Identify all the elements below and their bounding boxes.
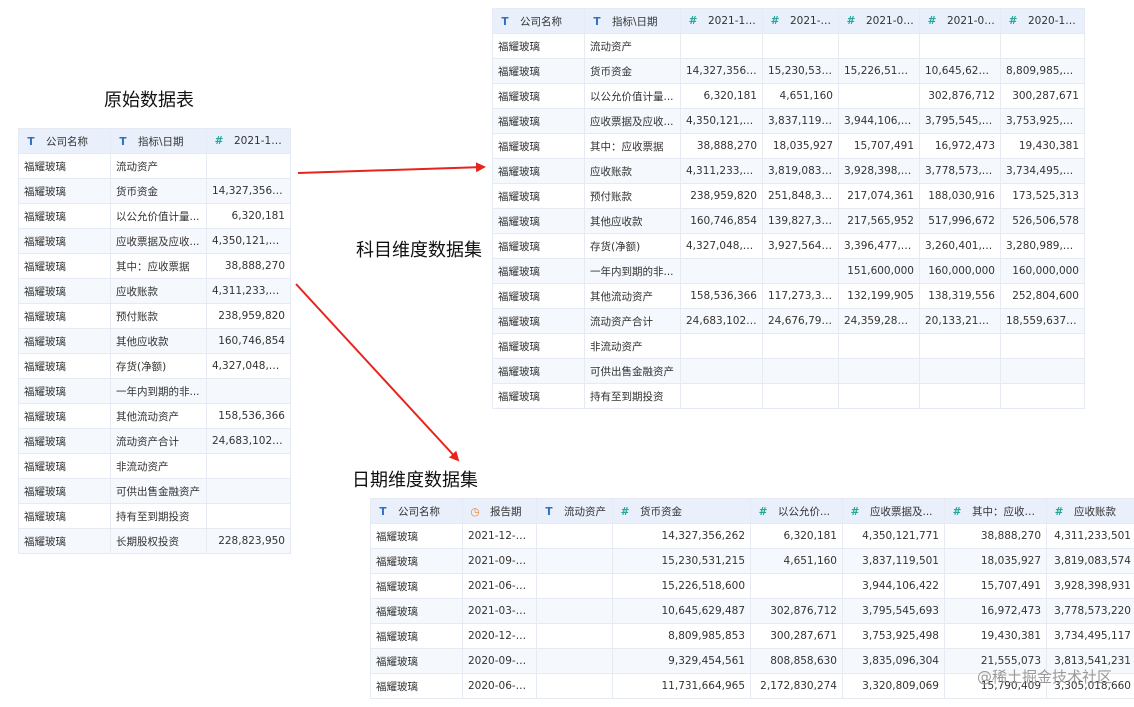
arrow-to-subject-dataset: [297, 162, 486, 174]
arrows-layer: [295, 162, 486, 462]
watermark: @稀土掘金技术社区: [976, 668, 1112, 686]
arrow-to-date-dataset: [295, 283, 460, 462]
